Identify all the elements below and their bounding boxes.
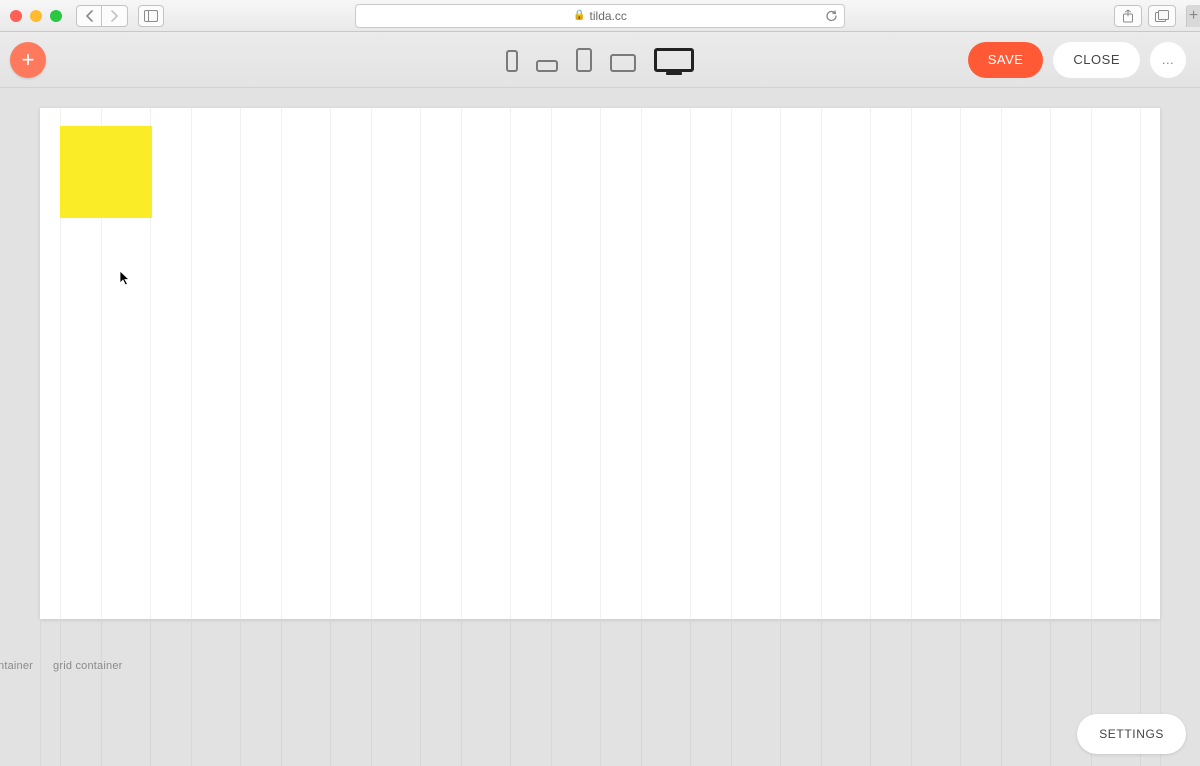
footer-hints: ntainer grid container bbox=[0, 660, 123, 672]
tabs-button[interactable] bbox=[1148, 5, 1176, 27]
toolbar-actions: SAVE CLOSE ... bbox=[968, 42, 1186, 78]
window-controls bbox=[10, 10, 62, 22]
forward-button[interactable] bbox=[102, 5, 128, 27]
grid-below bbox=[0, 619, 1200, 766]
new-tab-button[interactable]: + bbox=[1186, 5, 1200, 27]
device-phone-landscape[interactable] bbox=[536, 60, 558, 72]
canvas[interactable]: ntainer grid container SETTINGS bbox=[0, 88, 1200, 766]
settings-button[interactable]: SETTINGS bbox=[1077, 714, 1186, 754]
sidebar-toggle-button[interactable] bbox=[138, 5, 164, 27]
device-switcher bbox=[506, 48, 694, 72]
editor-toolbar: + SAVE CLOSE ... bbox=[0, 32, 1200, 88]
editor: + SAVE CLOSE ... ntainer grid container … bbox=[0, 32, 1200, 766]
window-minimize-button[interactable] bbox=[30, 10, 42, 22]
browser-right-buttons bbox=[1114, 5, 1176, 27]
add-block-button[interactable]: + bbox=[10, 42, 46, 78]
share-button[interactable] bbox=[1114, 5, 1142, 27]
nav-back-forward bbox=[76, 5, 128, 27]
page-artboard[interactable] bbox=[40, 108, 1160, 619]
device-desktop[interactable] bbox=[654, 48, 694, 72]
hint-grid-container: grid container bbox=[53, 660, 122, 672]
lock-icon: 🔒 bbox=[573, 10, 585, 21]
window-close-button[interactable] bbox=[10, 10, 22, 22]
reload-button[interactable] bbox=[825, 9, 838, 22]
back-button[interactable] bbox=[76, 5, 102, 27]
shape-block[interactable] bbox=[60, 126, 152, 218]
device-tablet-portrait[interactable] bbox=[576, 48, 592, 72]
window-zoom-button[interactable] bbox=[50, 10, 62, 22]
more-button[interactable]: ... bbox=[1150, 42, 1186, 78]
url-text: tilda.cc bbox=[590, 9, 627, 23]
save-button[interactable]: SAVE bbox=[968, 42, 1044, 78]
grid-overlay bbox=[40, 108, 1160, 619]
device-phone-portrait[interactable] bbox=[506, 50, 518, 72]
browser-chrome: 🔒 tilda.cc + bbox=[0, 0, 1200, 32]
hint-left-cut: ntainer bbox=[0, 660, 33, 672]
address-bar[interactable]: 🔒 tilda.cc bbox=[355, 4, 845, 28]
device-tablet-landscape[interactable] bbox=[610, 54, 636, 72]
close-button[interactable]: CLOSE bbox=[1053, 42, 1140, 78]
